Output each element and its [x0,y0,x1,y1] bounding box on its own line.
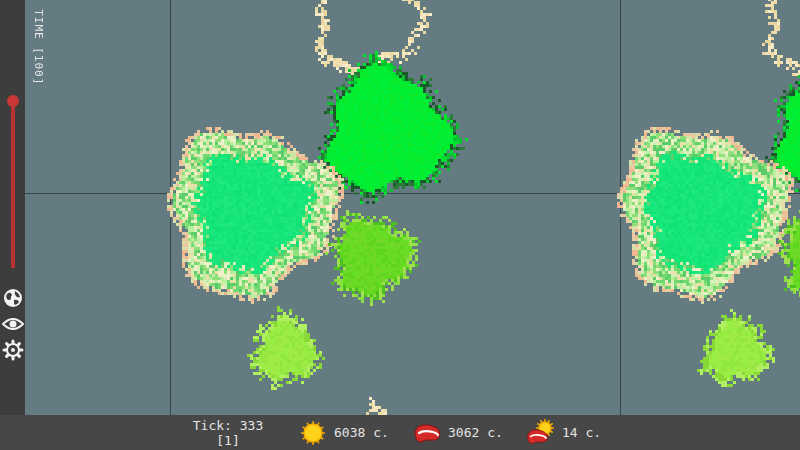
counter-value: 3062 c. [448,423,503,443]
counter-value: 6038 c. [334,423,389,443]
resource-counter: 14 c. [526,418,640,448]
sun-icon [298,418,328,448]
slider-track[interactable] [11,96,15,268]
slider-fill [11,101,15,268]
tick-counter: Tick: 333 [188,418,268,433]
meat-icon [412,418,442,448]
status-bar: Tick: 333 [1] 6038 c. 3062 c. 14 c. [0,415,800,450]
eye-icon[interactable] [2,313,24,335]
world-canvas[interactable] [25,0,800,415]
slider-knob[interactable] [7,95,19,107]
sunmeat-icon [526,418,556,448]
time-label: TIME [100] [30,9,47,85]
counter-value: 14 c. [562,423,601,443]
globe-icon[interactable] [2,287,24,309]
resource-counter: 3062 c. [412,418,526,448]
sidebar: TIME [100] [0,0,25,415]
resource-counter: 6038 c. [298,418,412,448]
gear-icon[interactable] [2,339,24,361]
world-view[interactable] [25,0,800,415]
speed-indicator: [1] [188,433,268,448]
time-slider[interactable] [11,96,15,281]
